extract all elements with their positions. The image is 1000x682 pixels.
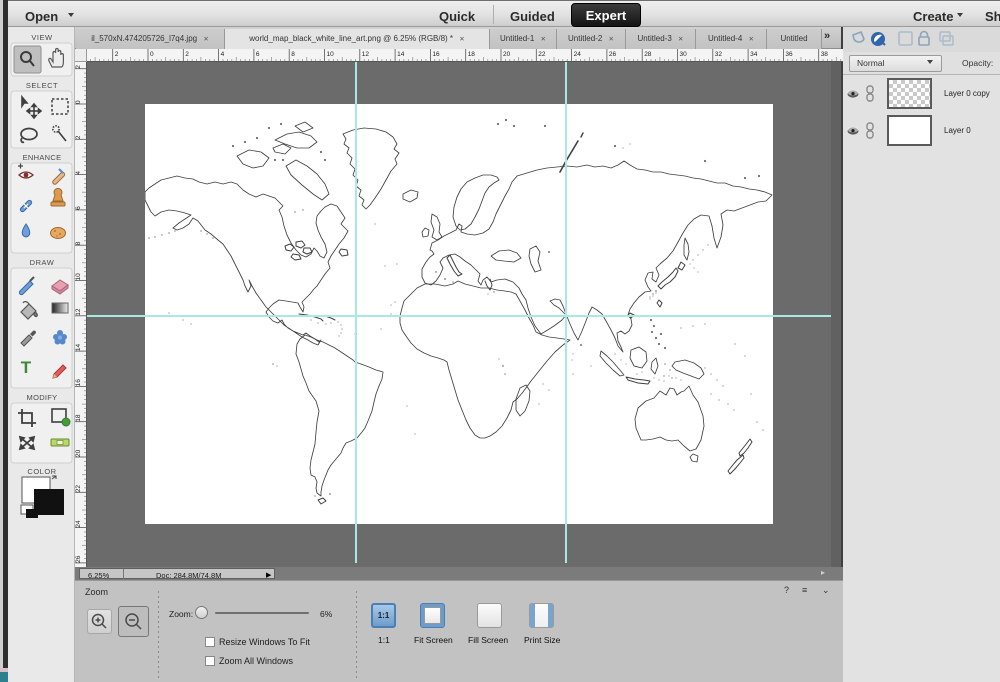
svg-text:ENHANCE: ENHANCE [23,153,62,162]
svg-text:VIEW: VIEW [31,33,53,42]
svg-text:26: 26 [75,555,82,563]
svg-text:28: 28 [644,51,652,58]
svg-text:4: 4 [75,171,82,175]
svg-text:24: 24 [75,520,82,528]
svg-text:30: 30 [680,51,688,58]
svg-text:14: 14 [75,343,82,351]
svg-text:16: 16 [75,379,82,387]
svg-text:8: 8 [75,241,82,245]
svg-text:38: 38 [821,51,829,58]
svg-text:16: 16 [432,51,440,58]
svg-text:MODIFY: MODIFY [27,393,58,402]
svg-text:20: 20 [503,51,511,58]
svg-text:24: 24 [574,51,582,58]
svg-text:12: 12 [75,308,82,316]
svg-text:22: 22 [538,51,546,58]
svg-text:0: 0 [75,100,82,104]
svg-text:2: 2 [75,65,82,69]
svg-text:10: 10 [75,273,82,281]
svg-text:2: 2 [185,51,189,58]
svg-text:26: 26 [609,51,617,58]
svg-text:2: 2 [75,135,82,139]
svg-text:SELECT: SELECT [26,81,58,90]
svg-text:0: 0 [150,51,154,58]
svg-text:4: 4 [221,51,225,58]
svg-text:2: 2 [115,51,119,58]
svg-text:DRAW: DRAW [30,258,55,267]
svg-text:T: T [21,358,32,377]
svg-text:20: 20 [75,449,82,457]
svg-text:COLOR: COLOR [27,467,56,476]
svg-text:8: 8 [291,51,295,58]
svg-text:6: 6 [75,206,82,210]
svg-text:6: 6 [256,51,260,58]
svg-text:22: 22 [75,485,82,493]
svg-text:32: 32 [715,51,723,58]
svg-text:18: 18 [468,51,476,58]
svg-text:18: 18 [75,414,82,422]
svg-text:36: 36 [785,51,793,58]
svg-text:12: 12 [362,51,370,58]
svg-text:14: 14 [397,51,405,58]
svg-text:10: 10 [327,51,335,58]
svg-text:34: 34 [750,51,758,58]
